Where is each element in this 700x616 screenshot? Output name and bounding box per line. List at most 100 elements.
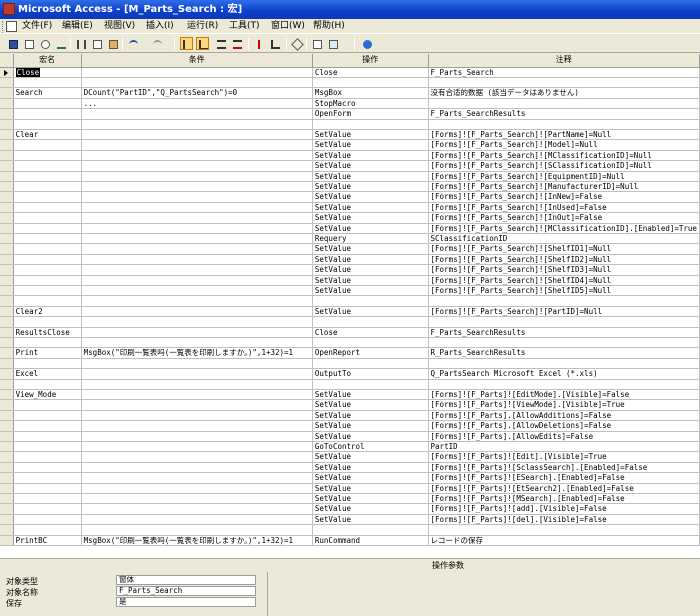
macro-row[interactable]: ... StopMacro [0,98,700,110]
action-cell[interactable]: SetValue [312,462,429,474]
comment-cell[interactable]: [Forms]![F_Parts]![del].[Visible]=False [428,514,700,526]
row-selector[interactable] [0,285,14,297]
macro-name-cell[interactable] [13,337,82,349]
condition-cell[interactable] [81,191,313,203]
save-icon[interactable] [6,37,19,50]
macro-name-cell[interactable] [13,441,82,453]
macro-name-cell[interactable] [13,139,82,151]
param-value-field[interactable]: 窗体 [116,575,256,585]
macro-row[interactable]: SetValue [Forms]![F_Parts_Search]![MClass… [0,223,700,234]
macro-name-cell[interactable] [13,503,82,515]
comment-cell[interactable] [428,295,700,307]
macro-names-icon[interactable] [180,37,193,50]
spell-check-icon[interactable] [54,37,67,50]
macro-name-cell[interactable] [13,275,82,287]
row-selector[interactable] [0,223,14,234]
redo-icon[interactable] [150,37,163,50]
row-selector[interactable] [0,441,14,453]
macro-row[interactable]: SetValue [Forms]![F_Parts_Search]![ShelfI… [0,285,700,297]
row-selector[interactable] [0,181,14,193]
macro-name-cell[interactable]: Search [13,87,82,99]
menu-insert[interactable]: 插入(I) [146,20,174,33]
row-selector[interactable] [0,493,14,505]
condition-cell[interactable]: ... [81,98,313,110]
row-selector[interactable] [0,202,14,214]
macro-name-cell[interactable] [13,420,82,432]
action-cell[interactable]: SetValue [312,212,429,224]
macro-name-cell[interactable] [13,233,82,245]
comment-cell[interactable]: [Forms]![F_Parts_Search]![ShelfID2]=Null [428,254,700,266]
condition-cell[interactable] [81,108,313,120]
macro-row[interactable]: SetValue [Forms]![F_Parts]![del].[Visible… [0,514,700,526]
condition-cell[interactable] [81,243,313,255]
macro-name-cell[interactable] [13,379,82,391]
condition-cell[interactable] [81,139,313,151]
comment-cell[interactable]: [Forms]![F_Parts_Search]![InNew]=False [428,191,700,203]
condition-cell[interactable] [81,493,313,505]
condition-cell[interactable] [81,77,313,89]
macro-row[interactable] [0,316,700,328]
macro-window-icon[interactable] [6,21,17,32]
macro-name-cell[interactable] [13,285,82,297]
macro-row[interactable]: View_Mode SetValue [Forms]![F_Parts]![Edit… [0,389,700,401]
action-cell[interactable]: Requery [312,233,429,245]
macro-row[interactable]: Search DCount("PartID","Q_PartsSearch")=0… [0,87,700,99]
macro-name-cell[interactable] [13,108,82,120]
comment-cell[interactable]: [Forms]![F_Parts_Search]![ShelfID1]=Null [428,243,700,255]
row-selector[interactable] [0,150,14,162]
row-selector[interactable] [0,503,14,515]
condition-cell[interactable] [81,483,313,495]
macro-row[interactable] [0,358,700,370]
menu-window[interactable]: 窗口(W) [271,20,305,33]
macro-row[interactable]: SetValue [Forms]![F_Parts_Search]![SClass… [0,160,700,172]
menu-file[interactable]: 文件(F) [22,20,52,33]
macro-row[interactable]: SetValue [Forms]![F_Parts_Search]![InNew]… [0,191,700,203]
macro-row[interactable]: SetValue [Forms]![F_Parts_Search]![Manufa… [0,181,700,193]
param-value-field[interactable]: F_Parts_Search [116,586,256,596]
row-selector[interactable] [0,535,14,547]
row-selector[interactable] [0,129,14,141]
row-selector[interactable] [0,98,14,110]
condition-cell[interactable] [81,524,313,536]
comment-cell[interactable] [428,77,700,89]
action-cell[interactable]: SetValue [312,275,429,287]
menu-view[interactable]: 视图(V) [104,20,135,33]
macro-row[interactable]: SetValue [Forms]![F_Parts_Search]![Model]… [0,139,700,151]
row-selector[interactable] [0,67,14,78]
macro-name-cell[interactable] [13,462,82,474]
condition-cell[interactable] [81,410,313,422]
macro-name-cell[interactable] [13,493,82,505]
macro-row[interactable] [0,337,700,349]
print-icon[interactable] [22,37,35,50]
comment-cell[interactable] [428,358,700,370]
condition-cell[interactable] [81,67,313,78]
macro-row[interactable]: SetValue [Forms]![F_Parts]![ViewMode].[Vi… [0,399,700,411]
macro-row[interactable]: SetValue [Forms]![F_Parts_Search]![ShelfI… [0,254,700,266]
row-selector[interactable] [0,160,14,172]
action-cell[interactable]: SetValue [312,139,429,151]
macro-row[interactable]: SetValue [Forms]![F_Parts]![EtSearch2].[E… [0,483,700,495]
action-cell[interactable]: SetValue [312,285,429,297]
copy-icon[interactable] [90,37,103,50]
condition-cell[interactable]: MsgBox("印刷一覧表吗(一覧表を印刷しますか。)",1+32)=1 [81,347,313,359]
row-selector[interactable] [0,514,14,526]
comment-cell[interactable]: [Forms]![F_Parts_Search]![Model]=Null [428,139,700,151]
comment-cell[interactable]: [Forms]![F_Parts_Search]![ShelfID5]=Null [428,285,700,297]
row-selector[interactable] [0,327,14,339]
row-selector[interactable] [0,295,14,307]
comment-cell[interactable]: [Forms]![F_Parts_Search]![EquipmentID]=N… [428,171,700,182]
macro-name-cell[interactable] [13,191,82,203]
action-cell[interactable] [312,295,429,307]
condition-cell[interactable]: MsgBox("印刷一覧表吗(一覧表を印刷しますか。)",1+32)=1 [81,535,313,547]
action-cell[interactable] [312,358,429,370]
row-selector[interactable] [0,431,14,443]
action-cell[interactable]: OpenForm [312,108,429,120]
row-selector[interactable] [0,316,14,328]
condition-cell[interactable] [81,160,313,172]
macro-row[interactable] [0,119,700,130]
menu-help[interactable]: 帮助(H) [313,20,345,33]
macro-row[interactable]: SetValue [Forms]![F_Parts_Search]![InUsed… [0,202,700,214]
action-cell[interactable]: SetValue [312,223,429,234]
macro-row[interactable]: SetValue [Forms]![F_Parts_Search]![Equipm… [0,171,700,182]
print-preview-icon[interactable] [38,37,51,50]
